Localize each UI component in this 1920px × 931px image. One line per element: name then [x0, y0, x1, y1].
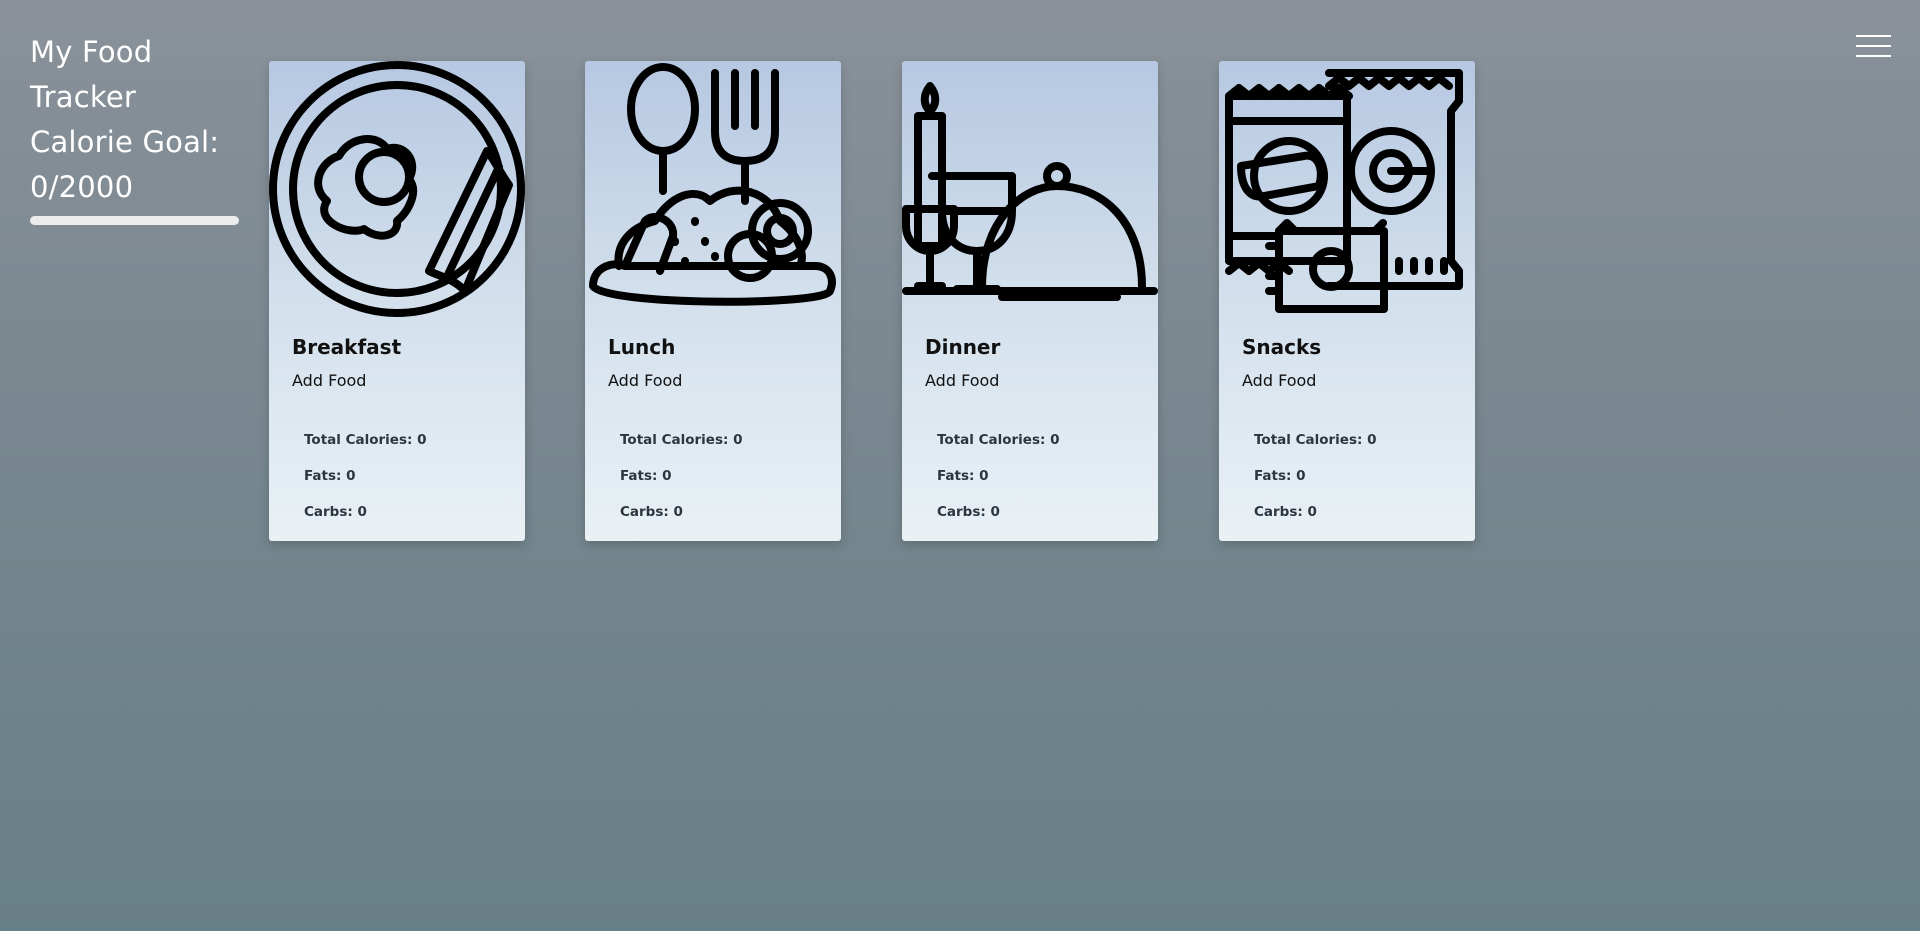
- calorie-goal-value: 0/2000: [30, 170, 134, 204]
- app-title-line-1: My Food: [30, 35, 153, 69]
- hamburger-menu-icon-bar-middle: [1856, 45, 1891, 47]
- total-calories: Total Calories: 0: [304, 432, 427, 448]
- fats: Fats: 0: [937, 468, 989, 484]
- calorie-progress-bar: [30, 216, 239, 225]
- meal-card-breakfast[interactable]: Breakfast Add Food Total Calories: 0 Fat…: [269, 61, 525, 541]
- hamburger-menu-icon-bar-top: [1856, 35, 1891, 37]
- carbs: Carbs: 0: [620, 504, 683, 520]
- hamburger-menu-button[interactable]: [1853, 31, 1893, 61]
- app-header: My Food Tracker Calorie Goal: 0/2000: [30, 30, 240, 225]
- fats: Fats: 0: [620, 468, 672, 484]
- calorie-goal-label: Calorie Goal:: [30, 125, 220, 159]
- snacks-bags-icon: [1219, 61, 1475, 317]
- carbs: Carbs: 0: [304, 504, 367, 520]
- carbs: Carbs: 0: [937, 504, 1000, 520]
- meal-title: Breakfast: [292, 335, 402, 359]
- total-calories: Total Calories: 0: [937, 432, 1060, 448]
- meal-card-lunch[interactable]: Lunch Add Food Total Calories: 0 Fats: 0…: [585, 61, 841, 541]
- meal-title: Snacks: [1242, 335, 1322, 359]
- dinner-cloche-icon: [902, 61, 1158, 317]
- meal-card-dinner[interactable]: Dinner Add Food Total Calories: 0 Fats: …: [902, 61, 1158, 541]
- app-title-line-2: Tracker: [30, 80, 137, 114]
- meal-title: Lunch: [608, 335, 676, 359]
- fats: Fats: 0: [304, 468, 356, 484]
- add-food-button[interactable]: Add Food: [292, 371, 366, 390]
- fats: Fats: 0: [1254, 468, 1306, 484]
- carbs: Carbs: 0: [1254, 504, 1317, 520]
- add-food-button[interactable]: Add Food: [608, 371, 682, 390]
- breakfast-plate-icon: [269, 61, 525, 317]
- total-calories: Total Calories: 0: [620, 432, 743, 448]
- add-food-button[interactable]: Add Food: [1242, 371, 1316, 390]
- total-calories: Total Calories: 0: [1254, 432, 1377, 448]
- lunch-meal-icon: [585, 61, 841, 317]
- add-food-button[interactable]: Add Food: [925, 371, 999, 390]
- meal-title: Dinner: [925, 335, 1001, 359]
- hamburger-menu-icon-bar-bottom: [1856, 55, 1891, 57]
- meal-card-snacks[interactable]: Snacks Add Food Total Calories: 0 Fats: …: [1219, 61, 1475, 541]
